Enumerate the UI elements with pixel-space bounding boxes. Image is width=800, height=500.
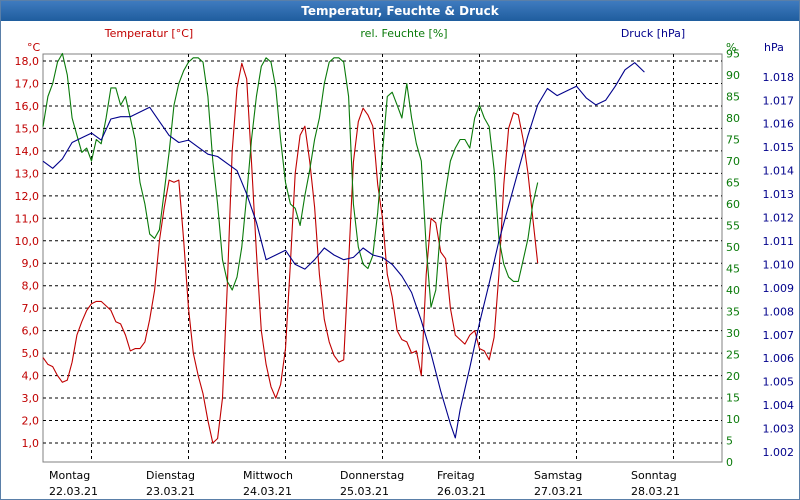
pressure-tick-label: 1.013	[763, 188, 795, 201]
pressure-tick-label: 1.014	[763, 165, 795, 178]
temp-tick-label: 9,0	[22, 257, 40, 270]
pressure-tick-label: 1.003	[763, 423, 795, 436]
temp-tick-label: 14,0	[15, 145, 40, 158]
x-tick-group: Mittwoch 24.03.21	[243, 469, 293, 498]
humidity-tick-label: 45	[726, 263, 740, 276]
x-tick-date: 27.03.21	[534, 485, 583, 498]
temp-tick-label: 10,0	[15, 235, 40, 248]
humidity-tick-label: 25	[726, 349, 740, 362]
humidity-tick-label: 65	[726, 177, 740, 190]
legend-pressure: Druck [hPa]	[621, 27, 685, 40]
x-tick-day: Donnerstag	[340, 469, 404, 482]
pressure-tick-label: 1.015	[763, 141, 795, 154]
humidity-tick-label: 60	[726, 198, 740, 211]
legend-humidity: rel. Feuchte [%]	[360, 27, 447, 40]
x-tick-group: Montag 22.03.21	[49, 469, 98, 498]
x-tick-group: Sonntag 28.03.21	[631, 469, 680, 498]
humidity-tick-label: 90	[726, 69, 740, 82]
temp-unit-label: °C	[27, 41, 41, 54]
pressure-tick-label: 1.018	[763, 71, 795, 84]
pressure-tick-label: 1.012	[763, 212, 795, 225]
pressure-tick-label: 1.002	[763, 446, 795, 459]
x-tick-day: Sonntag	[631, 469, 677, 482]
x-tick-day: Freitag	[437, 469, 475, 482]
pressure-tick-label: 1.010	[763, 258, 795, 271]
x-tick-group: Donnerstag 25.03.21	[340, 469, 404, 498]
pressure-tick-label: 1.008	[763, 305, 795, 318]
humidity-unit-label: %	[726, 41, 736, 54]
humidity-tick-label: 35	[726, 306, 740, 319]
humidity-tick-label: 20	[726, 370, 740, 383]
humidity-tick-label: 80	[726, 112, 740, 125]
pressure-tick-label: 1.005	[763, 376, 795, 389]
pressure-tick-label: 1.017	[763, 94, 795, 107]
pressure-unit-label: hPa	[764, 41, 784, 54]
legend-temperature: Temperatur [°C]	[104, 27, 193, 40]
humidity-tick-label: 10	[726, 413, 740, 426]
temp-tick-label: 8,0	[22, 280, 40, 293]
humidity-tick-label: 50	[726, 241, 740, 254]
humidity-tick-label: 70	[726, 155, 740, 168]
temp-tick-label: 6,0	[22, 325, 40, 338]
x-tick-group: Freitag 26.03.21	[437, 469, 486, 498]
pressure-tick-label: 1.004	[763, 399, 795, 412]
humidity-tick-label: 0	[726, 456, 733, 469]
humidity-tick-label: 15	[726, 392, 740, 405]
temp-tick-label: 11,0	[15, 212, 40, 225]
temp-tick-label: 16,0	[15, 100, 40, 113]
x-tick-group: Dienstag 23.03.21	[146, 469, 195, 498]
temp-tick-label: 3,0	[22, 392, 40, 405]
x-tick-date: 24.03.21	[243, 485, 292, 498]
pressure-tick-label: 1.006	[763, 352, 795, 365]
temp-tick-label: 5,0	[22, 347, 40, 360]
x-tick-date: 23.03.21	[146, 485, 195, 498]
chart-window: Temperatur, Feuchte & Druck 1,0 2,0 3,0 4,0…	[0, 0, 800, 500]
pressure-tick-label: 1.007	[763, 329, 795, 342]
x-tick-day: Samstag	[534, 469, 582, 482]
temp-tick-label: 12,0	[15, 190, 40, 203]
x-tick-date: 22.03.21	[49, 485, 98, 498]
temp-tick-label: 15,0	[15, 122, 40, 135]
temp-tick-label: 7,0	[22, 302, 40, 315]
chart-svg: 1,0 2,0 3,0 4,0 5,0 6,0 7,0 8,0 9,0 10,0 11,0 12,0 1…	[15, 27, 795, 498]
humidity-tick-label: 30	[726, 327, 740, 340]
temp-tick-label: 2,0	[22, 415, 40, 428]
pressure-line	[42, 62, 645, 439]
humidity-tick-label: 75	[726, 134, 740, 147]
temp-tick-label: 18,0	[15, 55, 40, 68]
humidity-tick-label: 40	[726, 284, 740, 297]
x-tick-day: Montag	[49, 469, 90, 482]
pressure-tick-label: 1.011	[763, 235, 795, 248]
temp-tick-label: 17,0	[15, 77, 40, 90]
pressure-tick-label: 1.009	[763, 282, 795, 295]
temp-tick-label: 4,0	[22, 370, 40, 383]
humidity-tick-label: 5	[726, 435, 733, 448]
x-tick-day: Dienstag	[146, 469, 195, 482]
pressure-tick-label: 1.016	[763, 118, 795, 131]
x-tick-date: 25.03.21	[340, 485, 389, 498]
x-tick-day: Mittwoch	[243, 469, 293, 482]
temp-tick-label: 1,0	[22, 437, 40, 450]
x-tick-date: 26.03.21	[437, 485, 486, 498]
temp-tick-label: 13,0	[15, 167, 40, 180]
x-tick-group: Samstag 27.03.21	[534, 469, 583, 498]
x-tick-date: 28.03.21	[631, 485, 680, 498]
humidity-tick-label: 55	[726, 220, 740, 233]
temperature-line	[42, 62, 539, 444]
humidity-tick-label: 85	[726, 91, 740, 104]
